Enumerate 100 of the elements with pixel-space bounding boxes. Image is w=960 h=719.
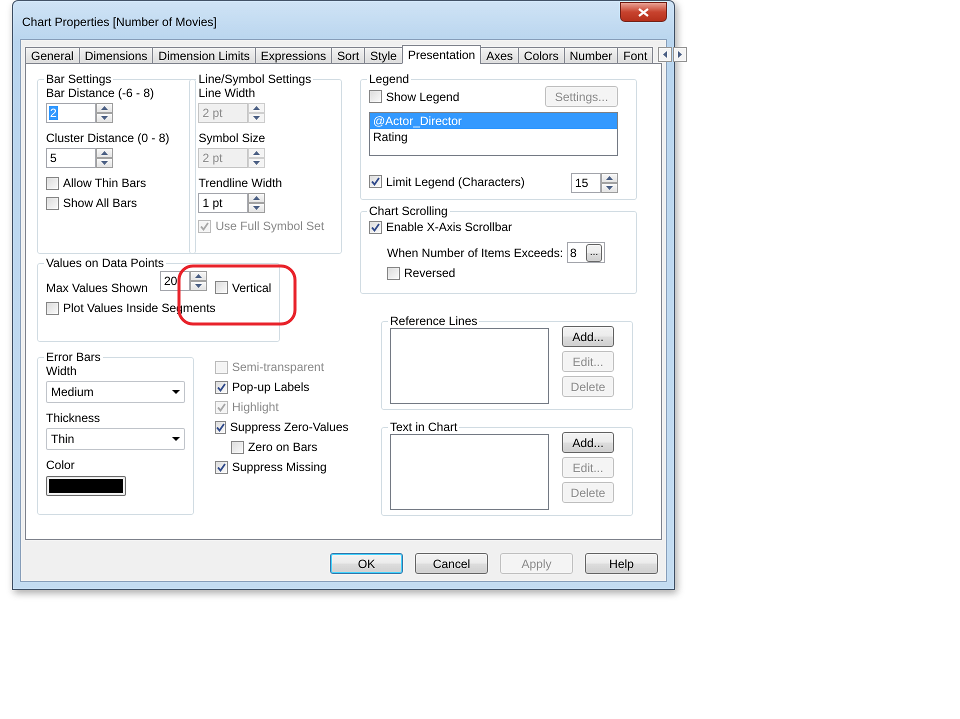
list-box[interactable] bbox=[390, 434, 549, 510]
checkmark-icon bbox=[217, 382, 226, 392]
close-button[interactable] bbox=[620, 2, 667, 22]
dialog-button[interactable]: Cancel bbox=[415, 553, 488, 574]
field-label: Bar Distance (-6 - 8) bbox=[46, 86, 154, 100]
checkbox-label: Zero on Bars bbox=[248, 440, 318, 454]
list-item[interactable]: Rating bbox=[370, 129, 617, 145]
action-button[interactable]: Add... bbox=[562, 326, 614, 347]
tab[interactable]: Dimensions bbox=[78, 47, 154, 64]
down-arrow-icon bbox=[606, 186, 613, 190]
dropdown[interactable]: Thin bbox=[46, 428, 185, 450]
checkbox[interactable] bbox=[46, 196, 59, 210]
tab[interactable]: Dimension Limits bbox=[152, 47, 256, 64]
field-label: Symbol Size bbox=[198, 131, 266, 145]
checkmark-icon bbox=[371, 222, 380, 232]
checkmark-icon bbox=[216, 422, 225, 432]
tab[interactable]: Colors bbox=[518, 47, 565, 64]
group-title: Reference Lines bbox=[389, 314, 478, 328]
group-title: Legend bbox=[368, 72, 410, 86]
spin-down-button[interactable] bbox=[190, 281, 207, 291]
checkmark-icon bbox=[371, 177, 380, 186]
checkbox[interactable] bbox=[215, 281, 228, 294]
checkbox-label: Semi-transparent bbox=[232, 360, 324, 374]
checkbox-label: Enable X-Axis Scrollbar bbox=[386, 220, 512, 234]
tab[interactable]: Presentation bbox=[402, 45, 482, 64]
number-field[interactable]: 5 bbox=[46, 148, 96, 168]
checkbox[interactable] bbox=[215, 420, 226, 434]
action-button[interactable]: Add... bbox=[562, 432, 614, 453]
up-arrow-icon bbox=[606, 176, 613, 180]
tab[interactable]: Axes bbox=[480, 47, 519, 64]
field-label: Thickness bbox=[46, 411, 100, 425]
checkbox-label: Vertical bbox=[232, 280, 272, 294]
scroll-left-button[interactable] bbox=[658, 47, 672, 62]
checkbox-label: Pop-up Labels bbox=[232, 380, 310, 394]
checkbox[interactable] bbox=[46, 302, 59, 314]
up-arrow-icon bbox=[253, 106, 260, 110]
group-title: Line/Symbol Settings bbox=[197, 72, 312, 86]
checkmark-icon bbox=[217, 462, 226, 472]
checkbox-label: Suppress Zero-Values bbox=[230, 420, 348, 434]
field-label: When Number of Items Exceeds: bbox=[387, 246, 564, 260]
checkbox[interactable] bbox=[215, 380, 228, 394]
scroll-right-button[interactable] bbox=[673, 47, 688, 62]
down-arrow-icon bbox=[253, 161, 260, 165]
checkbox[interactable] bbox=[369, 175, 382, 188]
left-arrow-icon bbox=[663, 51, 668, 58]
spin-up-button[interactable] bbox=[96, 148, 113, 158]
checkmark-icon bbox=[217, 402, 226, 412]
checkbox-label: Reversed bbox=[404, 266, 456, 280]
checkbox[interactable] bbox=[369, 220, 382, 234]
tab[interactable]: Style bbox=[364, 47, 403, 64]
spin-down-button[interactable] bbox=[248, 158, 266, 168]
dropdown[interactable]: Medium bbox=[46, 381, 185, 403]
checkbox-label: Suppress Missing bbox=[232, 460, 327, 474]
group-title: Text in Chart bbox=[389, 420, 458, 434]
spin-up-button[interactable] bbox=[601, 173, 618, 183]
spin-up-button[interactable] bbox=[96, 103, 113, 113]
group-title: Chart Scrolling bbox=[368, 204, 449, 218]
field-label: Color bbox=[46, 458, 75, 472]
tab[interactable]: Number bbox=[564, 47, 618, 64]
field-label: Line Width bbox=[198, 86, 256, 100]
down-arrow-icon bbox=[101, 116, 108, 120]
spin-down-button[interactable] bbox=[96, 113, 113, 123]
up-arrow-icon bbox=[253, 196, 260, 200]
down-arrow-icon bbox=[101, 161, 108, 165]
dropdown-arrow-icon bbox=[172, 390, 180, 394]
checkbox-label: Show All Bars bbox=[63, 196, 138, 210]
checkbox[interactable] bbox=[46, 176, 59, 190]
checkbox[interactable] bbox=[369, 90, 382, 103]
number-field[interactable]: 20 bbox=[160, 271, 190, 291]
spin-down-button[interactable] bbox=[601, 183, 618, 193]
number-field[interactable]: 15 bbox=[571, 173, 601, 193]
tab[interactable]: Font bbox=[617, 47, 654, 64]
group-title: Error Bars bbox=[45, 350, 102, 364]
spin-up-button[interactable] bbox=[248, 148, 266, 158]
checkbox[interactable] bbox=[387, 266, 400, 280]
spin-down-button[interactable] bbox=[96, 158, 113, 168]
up-arrow-icon bbox=[101, 151, 108, 155]
browse-button[interactable]: ... bbox=[586, 244, 602, 262]
tab[interactable]: General bbox=[25, 47, 80, 64]
checkbox[interactable] bbox=[231, 440, 244, 454]
list-box[interactable] bbox=[390, 328, 549, 404]
checkbox[interactable] bbox=[215, 460, 228, 474]
field-label: Max Values Shown bbox=[46, 280, 149, 294]
checkbox-label: Show Legend bbox=[386, 90, 460, 104]
tab[interactable]: Sort bbox=[331, 47, 366, 64]
close-icon bbox=[638, 8, 649, 16]
number-field[interactable]: 1 pt bbox=[198, 193, 248, 213]
tab[interactable]: Expressions bbox=[254, 47, 332, 64]
checkbox-label: Allow Thin Bars bbox=[63, 176, 146, 190]
spin-up-button[interactable] bbox=[248, 193, 266, 203]
spin-up-button[interactable] bbox=[190, 271, 207, 281]
spin-up-button[interactable] bbox=[248, 103, 266, 113]
dialog-button[interactable]: OK bbox=[330, 553, 403, 574]
checkmark-icon bbox=[200, 222, 210, 230]
checkbox-label: Limit Legend (Characters) bbox=[386, 174, 525, 188]
dialog-button[interactable]: Help bbox=[585, 553, 658, 574]
group-title: Bar Settings bbox=[45, 72, 112, 86]
down-arrow-icon bbox=[253, 116, 260, 120]
spin-down-button[interactable] bbox=[248, 203, 266, 213]
spin-down-button[interactable] bbox=[248, 113, 266, 123]
